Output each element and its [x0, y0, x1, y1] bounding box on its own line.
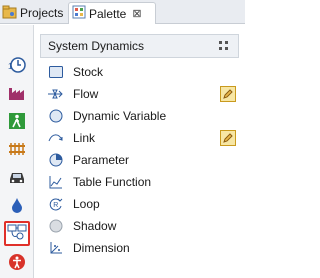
palette-item-parameter[interactable]: Parameter	[48, 150, 238, 170]
stock-icon	[48, 64, 64, 80]
svg-text:R: R	[53, 202, 58, 209]
palette-item-label: Table Function	[73, 175, 152, 189]
sidebar-item-process[interactable]	[4, 83, 30, 105]
palette-item-stock[interactable]: Stock	[48, 62, 238, 82]
palette-item-loop[interactable]: R Loop	[48, 194, 238, 214]
sidebar-item-clock[interactable]: 1	[4, 55, 30, 77]
tab-palette[interactable]: Palette ⊠	[68, 2, 156, 24]
car-icon	[7, 168, 27, 189]
sidebar-item-pedestrian[interactable]	[4, 111, 30, 133]
palette-item-dynamic-variable[interactable]: Dynamic Variable	[48, 106, 238, 126]
link-icon	[48, 130, 64, 146]
table-function-icon	[48, 174, 64, 190]
dimension-icon	[48, 240, 64, 256]
palette-item-table-function[interactable]: Table Function	[48, 172, 238, 192]
factory-icon	[7, 84, 27, 105]
pedestrian-icon	[7, 112, 27, 133]
sidebar-item-accessibility[interactable]	[4, 252, 30, 274]
palette-section-header[interactable]: System Dynamics	[40, 34, 239, 58]
palette-item-label: Flow	[73, 87, 99, 101]
loop-icon: R	[48, 196, 64, 212]
palette-section-title: System Dynamics	[48, 39, 145, 53]
accessibility-icon	[7, 253, 27, 274]
flow-icon	[48, 86, 64, 102]
palette-item-flow[interactable]: Flow	[48, 84, 238, 104]
sidebar-item-rail[interactable]	[4, 139, 30, 161]
svg-text:1: 1	[8, 62, 13, 71]
pencil-icon[interactable]	[220, 130, 236, 149]
sidebar-item-system-dynamics[interactable]	[4, 221, 30, 246]
palette-item-shadow[interactable]: Shadow	[48, 216, 238, 236]
tab-palette-label: Palette	[89, 6, 127, 21]
palette-icon	[72, 5, 86, 22]
palette-item-label: Loop	[73, 197, 100, 211]
tab-projects[interactable]: Projects	[2, 2, 68, 24]
pencil-icon[interactable]	[220, 86, 236, 105]
grid-view-icon[interactable]	[219, 41, 230, 55]
palette-item-link[interactable]: Link	[48, 128, 238, 148]
fluid-drop-icon	[7, 196, 27, 217]
sidebar-item-road[interactable]	[4, 167, 30, 189]
palette-item-label: Dynamic Variable	[73, 109, 167, 123]
system-dynamics-icon	[7, 223, 27, 244]
tab-projects-label: Projects	[20, 6, 64, 20]
view-tab-bar: Projects Palette ⊠	[0, 0, 245, 24]
palette-item-label: Link	[73, 131, 96, 145]
palette-item-label: Shadow	[73, 219, 117, 233]
clock-icon: 1	[7, 56, 27, 77]
close-icon[interactable]: ⊠	[132, 7, 141, 20]
dynamic-variable-icon	[48, 108, 64, 124]
sidebar-item-fluid[interactable]	[4, 195, 30, 217]
palette-category-sidebar: 1	[0, 25, 34, 278]
palette-item-label: Dimension	[73, 241, 130, 255]
projects-icon	[2, 5, 17, 22]
palette-item-dimension[interactable]: Dimension	[48, 238, 238, 258]
palette-item-label: Stock	[73, 65, 104, 79]
palette-item-label: Parameter	[73, 153, 130, 167]
rail-icon	[7, 140, 27, 161]
parameter-icon	[48, 152, 64, 168]
shadow-icon	[48, 218, 64, 234]
